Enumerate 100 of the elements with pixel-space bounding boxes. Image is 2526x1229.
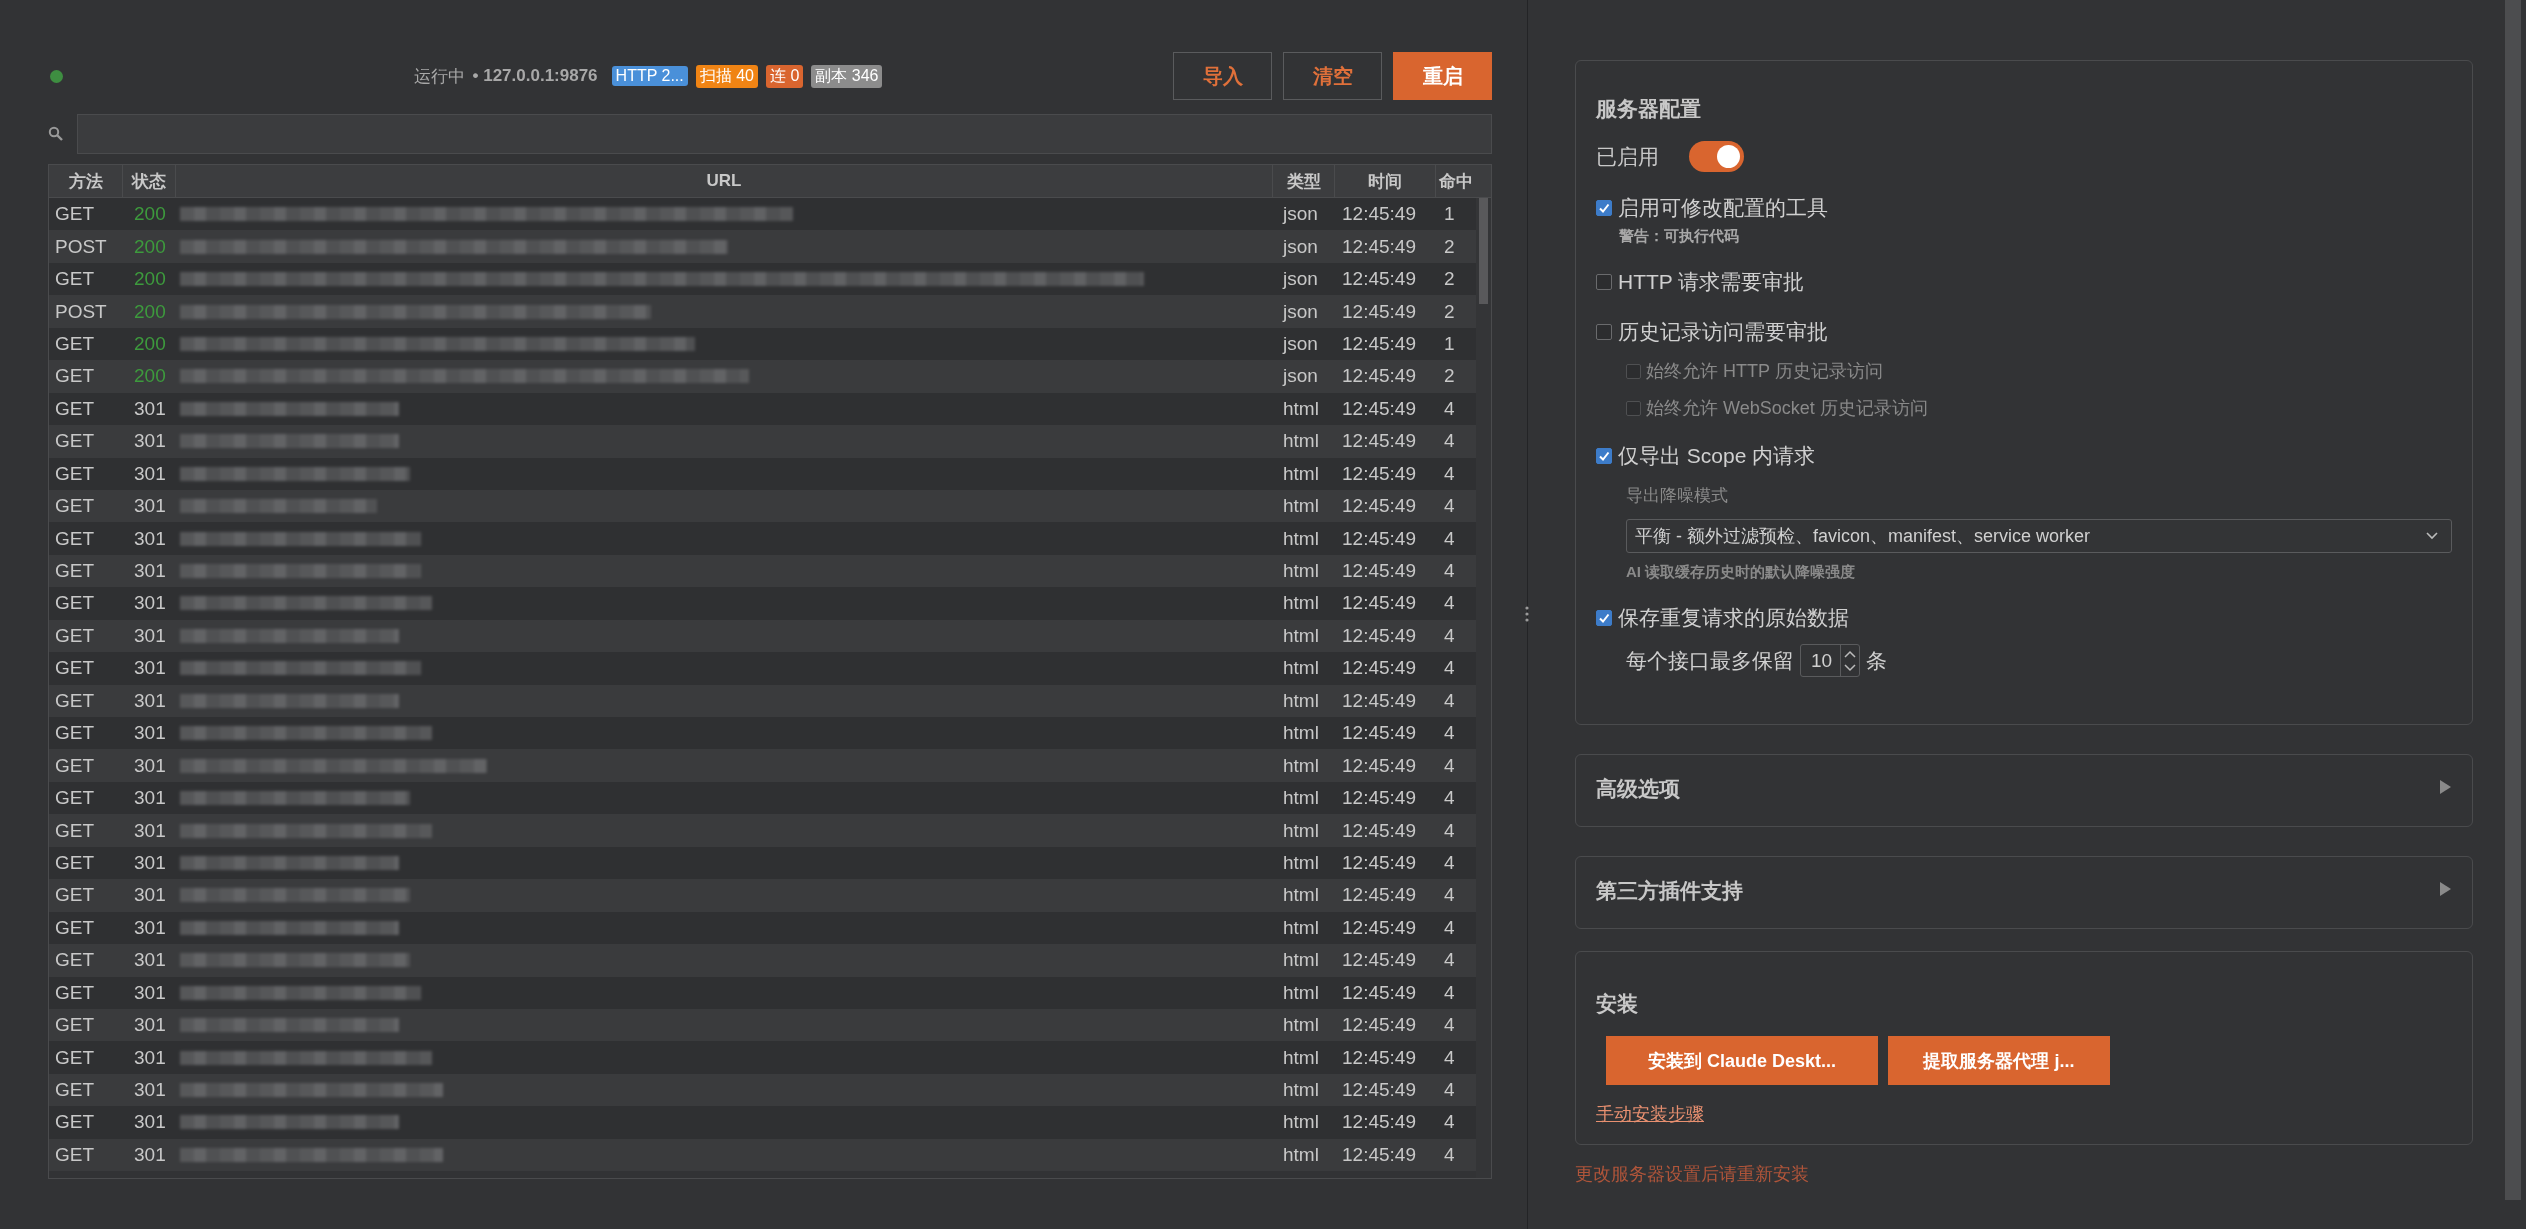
status-code-cell-text: 301 [133,916,167,939]
status-code-cell-text: 200 [133,332,167,355]
type-cell-text: html [1282,592,1320,615]
type-cell-text: json [1281,300,1319,323]
search-field[interactable] [77,114,1492,154]
method-cell-text: GET [54,787,96,810]
hits-cell-text: 4 [1443,981,1456,1004]
time-cell-text: 12:45:49 [1341,1014,1417,1037]
checkbox-label: 保存重复请求的原始数据 [1618,605,1849,631]
toggle-switch[interactable] [1689,141,1744,172]
section-title: 安装 [1596,991,1639,1017]
type-cell-text: json [1281,268,1319,291]
method-cell-text: GET [54,592,96,615]
checkbox[interactable] [1596,448,1612,464]
time-cell-text: 12:45:49 [1341,1046,1417,1069]
method-cell-text: GET [54,851,96,874]
type-cell-text: html [1282,624,1320,647]
mode-dropdown[interactable]: 平衡 - 额外过滤预检、favicon、manifest、service worker [1626,519,2452,553]
type-cell-text: html [1282,1143,1320,1166]
type-cell-text: html [1282,560,1320,583]
time-cell-text: 12:45:49 [1341,592,1417,615]
column-header[interactable]: 方法 [49,165,123,197]
method-cell-text: POST [54,235,108,258]
type-cell-text: html [1282,981,1320,1004]
type-cell-text: html [1282,1079,1320,1102]
hits-cell-text: 4 [1443,624,1456,647]
time-cell-text: 12:45:49 [1341,365,1417,388]
collapsible-section[interactable]: 第三方插件支持 [1575,856,2473,929]
column-header[interactable]: URL [176,165,1273,197]
method-cell-text: GET [54,657,96,680]
method-cell-text: GET [54,397,96,420]
type-cell-text: html [1282,754,1320,777]
status-label: 运行中 [413,65,465,88]
install-button[interactable]: 安装到 Claude Deskt... [1606,1036,1878,1085]
scrollbar-thumb[interactable] [2505,0,2521,1200]
hits-cell-text: 4 [1443,1079,1456,1102]
time-cell-text: 12:45:49 [1341,624,1417,647]
toolbar-button[interactable]: 清空 [1283,52,1382,100]
hits-cell-text: 4 [1443,495,1456,518]
method-cell-text: GET [54,1111,96,1134]
checkbox[interactable] [1596,200,1612,216]
section-title: 第三方插件支持 [1596,878,1743,904]
hits-cell-text: 4 [1443,397,1456,420]
type-cell-text: html [1282,1111,1320,1134]
hits-cell-text: 4 [1443,754,1456,777]
method-cell-text: GET [54,884,96,907]
hits-cell-text: 4 [1443,819,1456,842]
type-cell-text: html [1282,851,1320,874]
status-code-cell-text: 301 [133,1046,167,1069]
hits-cell-text: 4 [1443,949,1456,972]
column-header[interactable]: 状态 [123,165,176,197]
type-cell-text: html [1282,884,1320,907]
toolbar-button[interactable]: 重启 [1393,52,1492,100]
install-button[interactable]: 提取服务器代理 j... [1888,1036,2110,1085]
hits-cell-text: 1 [1443,332,1456,355]
hits-cell-text: 2 [1443,268,1456,291]
manual-install-link[interactable]: 手动安装步骤 [1596,1102,1704,1126]
drag-handle-icon[interactable] [1524,605,1530,623]
status-code-cell-text: 301 [133,754,167,777]
time-cell-text: 12:45:49 [1341,787,1417,810]
checkbox-label: HTTP 请求需要审批 [1618,269,1805,295]
type-cell-text: html [1282,1014,1320,1037]
time-cell-text: 12:45:49 [1341,722,1417,745]
time-cell-text: 12:45:49 [1341,268,1417,291]
toolbar-button[interactable]: 导入 [1173,52,1272,100]
search-icon [48,126,64,142]
column-header[interactable]: 时间 [1335,165,1436,197]
scrollbar-thumb[interactable] [1479,198,1488,304]
time-cell-text: 12:45:49 [1341,430,1417,453]
time-cell-text: 12:45:49 [1341,657,1417,680]
type-cell-text: html [1282,949,1320,972]
type-cell-text: html [1282,462,1320,485]
collapsible-section[interactable]: 高级选项 [1575,754,2473,827]
checkbox[interactable] [1596,610,1612,626]
status-code-cell-text: 301 [133,657,167,680]
time-cell-text: 12:45:49 [1341,397,1417,420]
status-code-cell-text: 301 [133,1079,167,1102]
checkbox[interactable] [1596,274,1612,290]
column-header[interactable]: 命中 [1436,165,1476,197]
type-cell-text: html [1282,787,1320,810]
hits-cell-text: 4 [1443,851,1456,874]
type-cell-text: html [1282,397,1320,420]
status-code-cell-text: 301 [133,462,167,485]
type-cell-text: html [1282,722,1320,745]
checkbox[interactable] [1596,324,1612,340]
method-cell-text: GET [54,430,96,453]
reinstall-note: 更改服务器设置后请重新安装 [1575,1163,1810,1186]
status-code-cell-text: 200 [133,235,167,258]
column-header[interactable]: 类型 [1273,165,1335,197]
hits-cell-text: 4 [1443,462,1456,485]
number-stepper[interactable]: 10 [1800,644,1861,677]
checkbox-label: 仅导出 Scope 内请求 [1618,443,1816,469]
method-cell-text: GET [54,754,96,777]
status-code-cell-text: 200 [133,268,167,291]
time-cell-text: 12:45:49 [1341,981,1417,1004]
status-code-cell-text: 301 [133,819,167,842]
hits-cell-text: 2 [1443,300,1456,323]
status-code-cell-text: 301 [133,1143,167,1166]
type-cell-text: json [1281,332,1319,355]
status-code-cell-text: 200 [133,203,167,226]
